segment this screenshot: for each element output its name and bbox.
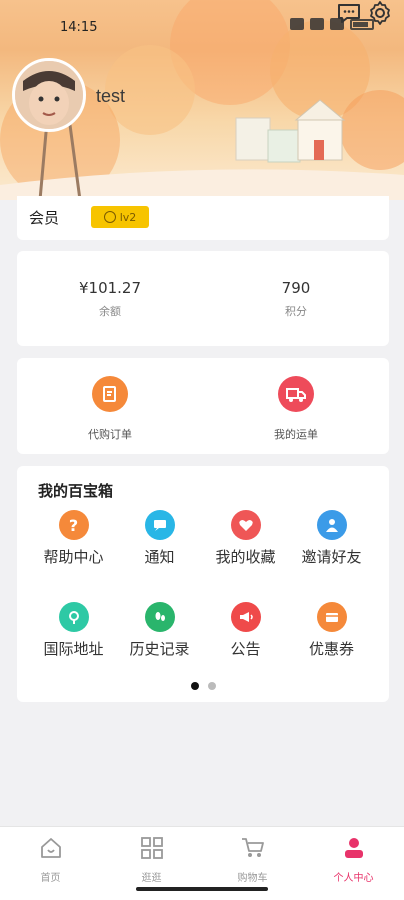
notification-label: 通知 [144, 548, 175, 566]
history-button[interactable]: 历史记录 [113, 602, 206, 659]
wifi-icon [310, 18, 324, 30]
help-center-label: 帮助中心 [43, 548, 104, 566]
invite-friends-label: 邀请好友 [301, 548, 362, 566]
balance-label: 余额 [99, 305, 121, 318]
username[interactable]: test [96, 86, 125, 107]
tab-cart-label: 购物车 [237, 873, 268, 884]
level-icon [103, 211, 116, 223]
level-badge: lv2 [91, 206, 149, 228]
home-indicator [136, 887, 268, 891]
page-dot-1[interactable] [190, 682, 199, 690]
member-label: 会员 [29, 209, 60, 227]
my-waybill-button[interactable]: 我的运单 [203, 376, 389, 442]
treasure-box-title: 我的百宝箱 [38, 482, 114, 500]
announcement-button[interactable]: 公告 [199, 602, 292, 659]
help-icon: ? [58, 510, 89, 540]
points-stat[interactable]: 790 积分 [203, 279, 389, 319]
home-icon [40, 838, 61, 858]
my-waybill-label: 我的运单 [274, 428, 318, 441]
tab-home-label: 首页 [40, 873, 61, 884]
heart-icon [230, 510, 261, 540]
tab-home[interactable]: 首页 [0, 835, 101, 884]
favorites-button[interactable]: 我的收藏 [199, 510, 292, 567]
cart-icon [241, 838, 264, 857]
intl-address-button[interactable]: 国际地址 [27, 602, 120, 659]
invite-friends-button[interactable]: 邀请好友 [285, 510, 378, 567]
location-icon [58, 602, 89, 632]
announcement-label: 公告 [230, 640, 261, 658]
orders-card: 代购订单 我的运单 [17, 358, 389, 454]
coupon-label: 优惠券 [308, 640, 354, 658]
order-icon [92, 376, 128, 412]
help-center-button[interactable]: ? 帮助中心 [27, 510, 120, 567]
avatar-image [15, 61, 83, 129]
truck-icon [278, 376, 314, 412]
person-icon [344, 838, 363, 858]
message-icon [144, 510, 175, 540]
favorites-label: 我的收藏 [215, 548, 276, 566]
points-value: 790 [281, 279, 311, 297]
megaphone-icon [230, 602, 261, 632]
alarm-icon [290, 18, 304, 30]
tab-profile-label: 个人中心 [333, 873, 374, 884]
tab-cart[interactable]: 购物车 [202, 835, 303, 884]
profile-banner: 14:15 test [0, 0, 404, 200]
coupon-icon [316, 602, 347, 632]
tab-profile[interactable]: 个人中心 [303, 835, 404, 884]
page-indicator [17, 682, 389, 690]
proxy-orders-button[interactable]: 代购订单 [17, 376, 203, 442]
gear-icon[interactable] [367, 0, 393, 26]
tab-browse[interactable]: 逛逛 [101, 835, 202, 884]
status-time: 14:15 [60, 20, 98, 35]
avatar[interactable] [12, 58, 86, 132]
proxy-orders-label: 代购订单 [88, 428, 132, 441]
member-card[interactable]: 会员 lv2 [17, 196, 389, 240]
treasure-box-card: 我的百宝箱 ? 帮助中心 通知 我的收藏 邀请好友 国际地址 历史记录 公告 优… [17, 466, 389, 702]
balance-card: ¥101.27 余额 790 积分 [17, 251, 389, 346]
level-text: lv2 [119, 210, 137, 224]
notification-button[interactable]: 通知 [113, 510, 206, 567]
history-label: 历史记录 [129, 640, 190, 658]
coupon-button[interactable]: 优惠券 [285, 602, 378, 659]
page-dot-2[interactable] [207, 682, 216, 690]
tab-browse-label: 逛逛 [141, 873, 162, 884]
user-icon [316, 510, 347, 540]
points-label: 积分 [285, 305, 307, 318]
balance-value: ¥101.27 [78, 279, 142, 297]
chat-icon[interactable] [336, 0, 362, 26]
footprint-icon [144, 602, 175, 632]
grid-icon [140, 837, 163, 859]
intl-address-label: 国际地址 [43, 640, 104, 658]
balance-stat[interactable]: ¥101.27 余额 [17, 279, 203, 319]
